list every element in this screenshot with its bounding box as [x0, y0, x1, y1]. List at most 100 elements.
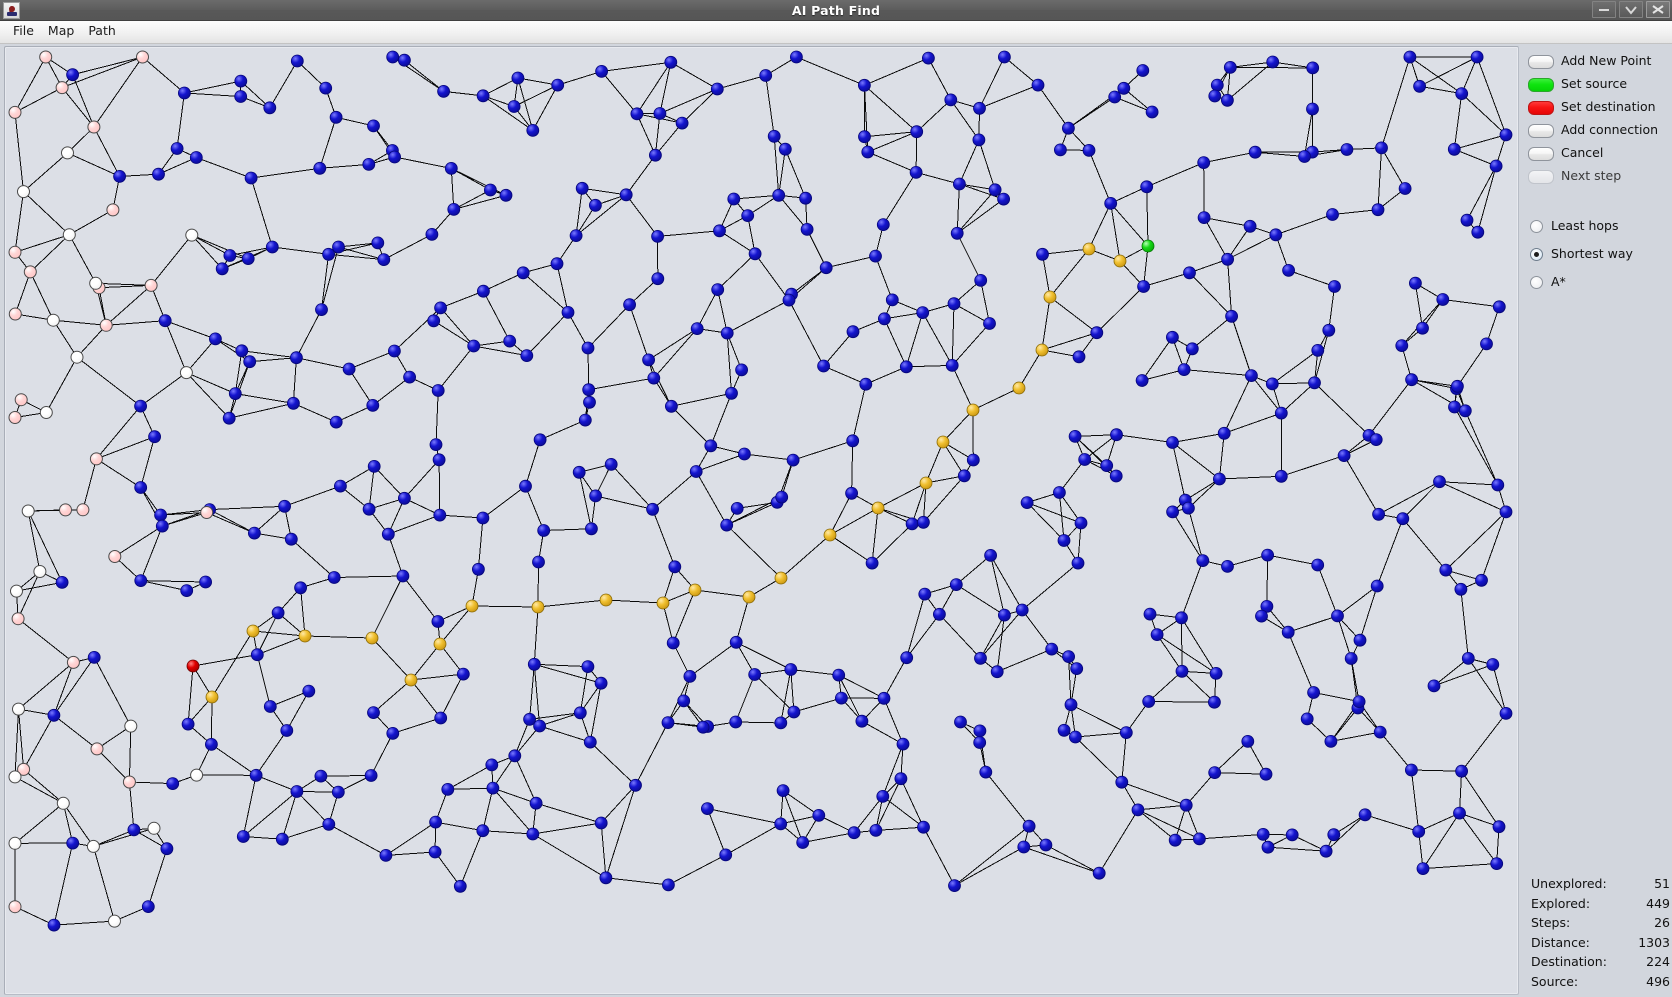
graph-node-explored[interactable]	[1324, 735, 1338, 748]
graph-node-explored[interactable]	[1307, 686, 1320, 699]
graph-node-explored[interactable]	[289, 351, 303, 365]
graph-node-explored[interactable]	[1471, 225, 1485, 239]
graph-node-explored[interactable]	[812, 809, 826, 822]
graph-node-explored[interactable]	[696, 720, 710, 734]
graph-node-explored[interactable]	[1074, 516, 1088, 530]
close-button[interactable]	[1646, 1, 1670, 18]
graph-node-explored[interactable]	[877, 691, 891, 705]
graph-node-explored[interactable]	[646, 502, 659, 516]
graph-node-unexplored[interactable]	[124, 719, 138, 733]
graph-node-explored[interactable]	[1274, 469, 1288, 483]
tool-add-connection[interactable]: Add connection	[1523, 119, 1672, 142]
graph-node-explored[interactable]	[432, 453, 446, 467]
graph-node-explored[interactable]	[583, 395, 596, 409]
graph-node-explored[interactable]	[1078, 453, 1092, 466]
graph-node-explored[interactable]	[1197, 156, 1211, 169]
graph-node-explored[interactable]	[113, 169, 126, 183]
graph-node-explored[interactable]	[973, 101, 986, 115]
graph-node-explored[interactable]	[1182, 501, 1195, 515]
graph-node-explored[interactable]	[1300, 712, 1314, 726]
graph-node-explored[interactable]	[1039, 838, 1053, 852]
graph-node-unexplored[interactable]	[200, 506, 214, 519]
graph-node-explored[interactable]	[1117, 81, 1131, 95]
graph-node-explored[interactable]	[87, 651, 101, 664]
graph-node-explored[interactable]	[922, 51, 935, 65]
graph-node-explored[interactable]	[397, 491, 411, 505]
graph-node-explored[interactable]	[1256, 828, 1270, 841]
graph-node-explored[interactable]	[1131, 803, 1145, 817]
graph-node-explored[interactable]	[1183, 266, 1196, 280]
graph-node-explored[interactable]	[1015, 603, 1029, 617]
graph-node-explored[interactable]	[1017, 840, 1031, 854]
graph-node-explored[interactable]	[1071, 556, 1085, 570]
graph-node-unexplored[interactable]	[122, 775, 136, 789]
graph-node-explored[interactable]	[366, 398, 380, 412]
graph-node-explored[interactable]	[885, 293, 899, 307]
graph-node-explored[interactable]	[314, 769, 328, 783]
graph-node-explored[interactable]	[1403, 50, 1417, 64]
graph-node-explored[interactable]	[1331, 609, 1344, 623]
graph-node-explored[interactable]	[244, 171, 258, 185]
graph-node-unexplored[interactable]	[106, 203, 120, 217]
graph-node-explored[interactable]	[1405, 373, 1418, 387]
graph-node-explored[interactable]	[1281, 625, 1295, 639]
graph-node-explored[interactable]	[998, 50, 1011, 64]
graph-node-explored[interactable]	[1448, 400, 1461, 414]
graph-node-explored[interactable]	[386, 727, 400, 740]
graph-node-explored[interactable]	[1245, 369, 1258, 383]
graph-node-explored[interactable]	[796, 836, 810, 849]
graph-node-explored[interactable]	[817, 359, 830, 373]
graph-node-explored[interactable]	[916, 306, 930, 320]
graph-node-explored[interactable]	[134, 574, 148, 587]
graph-node-explored[interactable]	[1261, 840, 1275, 854]
graph-node-explored[interactable]	[278, 499, 292, 513]
graph-node-explored[interactable]	[719, 848, 733, 862]
graph-node-explored[interactable]	[1208, 89, 1222, 103]
graph-node-explored[interactable]	[396, 569, 410, 583]
graph-node-explored[interactable]	[503, 334, 517, 348]
graph-node-explored[interactable]	[974, 651, 987, 665]
graph-node-explored[interactable]	[738, 447, 751, 461]
graph-node-explored[interactable]	[954, 715, 967, 729]
graph-node-explored[interactable]	[786, 453, 800, 467]
graph-node-unexplored[interactable]	[136, 50, 149, 64]
graph-node-explored[interactable]	[787, 705, 801, 719]
graph-node-explored[interactable]	[434, 711, 448, 725]
graph-node-path[interactable]	[599, 593, 613, 607]
graph-node-explored[interactable]	[774, 716, 788, 730]
graph-node-explored[interactable]	[377, 253, 391, 267]
graph-node-explored[interactable]	[1175, 611, 1188, 625]
graph-node-explored[interactable]	[1168, 833, 1182, 847]
graph-node-explored[interactable]	[772, 188, 786, 202]
graph-node-explored[interactable]	[1068, 429, 1082, 443]
graph-node-explored[interactable]	[713, 224, 726, 238]
graph-node-explored[interactable]	[1352, 695, 1366, 708]
graph-node-explored[interactable]	[181, 717, 195, 731]
graph-node-unexplored[interactable]	[108, 550, 122, 563]
graph-node-explored[interactable]	[286, 396, 300, 410]
graph-node-explored[interactable]	[1109, 469, 1123, 483]
graph-canvas[interactable]	[5, 47, 1518, 994]
graph-node-explored[interactable]	[1062, 650, 1075, 663]
graph-node-unexplored[interactable]	[89, 276, 103, 290]
graph-node-explored[interactable]	[431, 384, 445, 397]
tool-set-source[interactable]: Set source	[1523, 73, 1672, 96]
graph-node-explored[interactable]	[846, 434, 860, 448]
graph-node-explored[interactable]	[859, 377, 873, 391]
graph-node-explored[interactable]	[775, 490, 789, 504]
graph-node-explored[interactable]	[983, 317, 996, 330]
graph-node-explored[interactable]	[944, 93, 958, 107]
graph-node-explored[interactable]	[127, 823, 141, 837]
graph-node-explored[interactable]	[526, 827, 540, 841]
graph-node-explored[interactable]	[998, 608, 1011, 622]
graph-node-explored[interactable]	[1069, 730, 1082, 744]
graph-node-unexplored[interactable]	[8, 245, 22, 259]
graph-node-explored[interactable]	[1166, 505, 1179, 519]
graph-node-explored[interactable]	[776, 784, 790, 797]
graph-node-explored[interactable]	[551, 78, 565, 92]
graph-node-explored[interactable]	[456, 667, 470, 681]
graph-node-explored[interactable]	[1135, 374, 1149, 387]
graph-node-explored[interactable]	[1108, 90, 1122, 104]
graph-node-explored[interactable]	[647, 371, 661, 385]
graph-node-unexplored[interactable]	[190, 768, 204, 782]
